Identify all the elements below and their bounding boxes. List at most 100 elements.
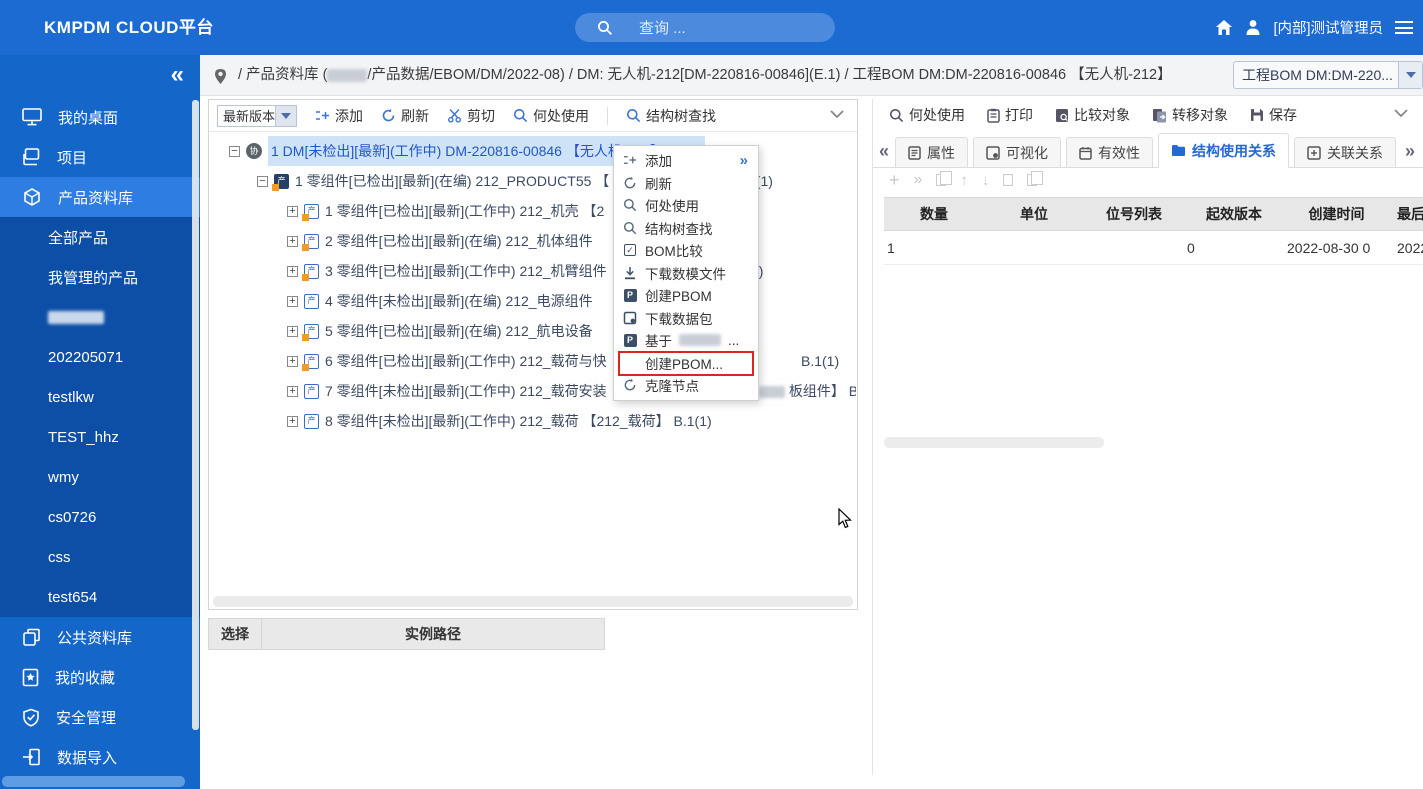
search-placeholder: 查询 ... [639,17,686,38]
column-header-effective-version[interactable]: 起效版本 [1184,198,1284,230]
sidebar-collapse-icon[interactable]: « [171,61,184,89]
paste-icon[interactable] [1003,174,1013,186]
copy-add-icon[interactable] [936,174,946,186]
sidebar-item-projects[interactable]: 项目 [0,137,200,177]
dropdown-arrow-icon[interactable] [275,105,297,127]
expand-plus-icon[interactable]: + [287,266,298,277]
sidebar-horizontal-scrollbar[interactable] [2,776,185,787]
sidebar-subitem-wmy[interactable]: wmy [0,457,200,497]
toolbar-collapse-chevron-icon[interactable] [829,109,845,119]
sidebar-item-security[interactable]: 安全管理 [0,697,200,737]
transfer-object-label: 转移对象 [1172,105,1228,125]
copy-icon[interactable] [1027,174,1037,186]
tree-horizontal-scrollbar[interactable] [213,596,853,607]
add-row-icon[interactable]: + [889,174,900,186]
where-used-button[interactable]: 何处使用 [889,105,965,125]
sidebar-subitem-label: 202205071 [48,349,123,366]
menu-item-create-pbom[interactable]: P 创建PBOM [614,284,758,307]
column-header-ref-designators[interactable]: 位号列表 [1084,198,1184,230]
menu-item-bom-compare[interactable]: ✓ BOM比较 [614,239,758,262]
expand-more-icon[interactable]: » [914,171,923,189]
expand-plus-icon[interactable]: + [287,416,298,427]
column-header-quantity[interactable]: 数量 [884,198,984,230]
expand-plus-icon[interactable]: + [287,206,298,217]
move-down-icon[interactable]: ↓ [982,172,990,189]
table-row[interactable]: 1 0 2022-08-30 0 2022 [884,231,1423,265]
tree-node-label[interactable]: 1 零组件[已检出][最新](工作中) 212_机壳 【2 [325,196,604,226]
sidebar-subitem-testlkw[interactable]: testlkw [0,377,200,417]
sidebar-subitem-test654[interactable]: test654 [0,577,200,617]
sidebar-subitem-redacted[interactable] [0,297,200,337]
sidebar-item-public-library[interactable]: 公共资料库 [0,617,200,657]
detail-horizontal-scrollbar[interactable] [884,437,1104,448]
sidebar-item-my-desktop[interactable]: 我的桌面 [0,97,200,137]
add-button[interactable]: 添加 [315,106,363,126]
toolbar-collapse-chevron-icon[interactable] [1393,108,1409,118]
part-icon: 产 [304,414,319,429]
user-label[interactable]: [内部]测试管理员 [1273,17,1383,38]
expand-plus-icon[interactable]: + [287,326,298,337]
tree-node-label[interactable]: 6 零组件[已检出][最新](工作中) 212_载荷与快 [325,346,607,376]
tree-node-label[interactable]: 4 零组件[未检出][最新](在编) 212_电源组件 [325,286,593,316]
save-button[interactable]: 保存 [1250,105,1297,125]
global-search[interactable]: 查询 ... [575,13,835,42]
sidebar-subitem-all-products[interactable]: 全部产品 [0,217,200,257]
tab-relations[interactable]: 关联关系 [1294,137,1396,167]
column-header-unit[interactable]: 单位 [984,198,1084,230]
tabs-scroll-left-icon[interactable]: « [877,141,895,167]
compare-object-button[interactable]: 比较对象 [1055,105,1130,125]
tabs-scroll-right-icon[interactable]: » [1403,141,1421,167]
version-filter-select[interactable]: 最新版本 [217,105,297,127]
home-icon[interactable] [1215,19,1233,36]
cut-icon [447,108,462,123]
menu-item-download-model[interactable]: 下载数模文件 [614,262,758,285]
user-icon[interactable] [1245,19,1261,36]
tab-effectivity[interactable]: 有效性 [1066,137,1153,167]
bom-version-dropdown[interactable]: 工程BOM DM:DM-220... [1233,61,1423,89]
sidebar-item-data-import[interactable]: 数据导入 [0,737,200,777]
expand-plus-icon[interactable]: + [287,356,298,367]
sidebar-subitem-202205071[interactable]: 202205071 [0,337,200,377]
menu-item-tree-search[interactable]: 结构树查找 [614,217,758,240]
expand-plus-icon[interactable]: + [287,296,298,307]
expand-plus-icon[interactable]: + [287,386,298,397]
print-button[interactable]: 打印 [987,105,1033,125]
tab-structure-usage[interactable]: 结构使用关系 [1158,133,1289,168]
menu-item-where-used[interactable]: 何处使用 [614,194,758,217]
column-header-last-modified[interactable]: 最后 [1389,198,1423,230]
sidebar-subitem-cs0726[interactable]: cs0726 [0,497,200,537]
sidebar-vertical-scrollbar[interactable] [192,100,199,730]
refresh-button[interactable]: 刷新 [381,106,429,126]
menu-item-clone-node[interactable]: 克隆节点 [614,374,758,397]
sidebar-subitem-my-products[interactable]: 我管理的产品 [0,257,200,297]
column-header-create-time[interactable]: 创建时间 [1284,198,1389,230]
sidebar-item-favorites[interactable]: 我的收藏 [0,657,200,697]
tree-node-label[interactable]: 1 零组件[已检出][最新](在编) 212_PRODUCT55 【 [295,166,609,196]
tree-node-label[interactable]: 7 零组件[未检出][最新](工作中) 212_载荷安装 [325,376,607,406]
tree-row[interactable]: + 产 8 零组件[未检出][最新](工作中) 212_载荷 【212_载荷】 … [209,406,856,436]
dropdown-arrow-icon[interactable] [1398,62,1422,88]
menu-item-refresh[interactable]: 刷新 [614,172,758,195]
sidebar-subitem-css[interactable]: css [0,537,200,577]
hamburger-icon[interactable] [1395,21,1413,34]
tree-node-label[interactable]: 2 零组件[已检出][最新](在编) 212_机体组件 [325,226,593,256]
cut-button[interactable]: 剪切 [447,106,495,126]
menu-item-add[interactable]: 添加 » [614,149,758,172]
menu-item-download-package[interactable]: 下载数据包 [614,307,758,330]
where-used-button[interactable]: 何处使用 [513,106,589,126]
move-up-icon[interactable]: ↑ [960,172,968,189]
sidebar-subitem-test-hhz[interactable]: TEST_hhz [0,417,200,457]
menu-item-create-pbom-dialog[interactable]: 创建PBOM... [614,352,758,375]
tree-node-label[interactable]: 5 零组件[已检出][最新](在编) 212_航电设备 [325,316,593,346]
tree-search-button[interactable]: 结构树查找 [626,106,716,126]
sidebar-item-product-library[interactable]: 产品资料库 [0,177,200,217]
expand-plus-icon[interactable]: + [287,236,298,247]
tree-node-label[interactable]: 3 零组件[已检出][最新](工作中) 212_机臂组件 [325,256,607,286]
tree-node-label[interactable]: 8 零组件[未检出][最新](工作中) 212_载荷 【212_载荷】 B.1(… [325,406,712,436]
tab-attributes[interactable]: 属性 [895,137,968,167]
collapse-minus-icon[interactable]: − [257,176,268,187]
tab-visualization[interactable]: 可视化 [973,137,1061,167]
collapse-minus-icon[interactable]: − [229,146,240,157]
menu-item-based-on-redacted[interactable]: P 基于 ... [614,329,758,352]
transfer-object-button[interactable]: 转移对象 [1152,105,1228,125]
